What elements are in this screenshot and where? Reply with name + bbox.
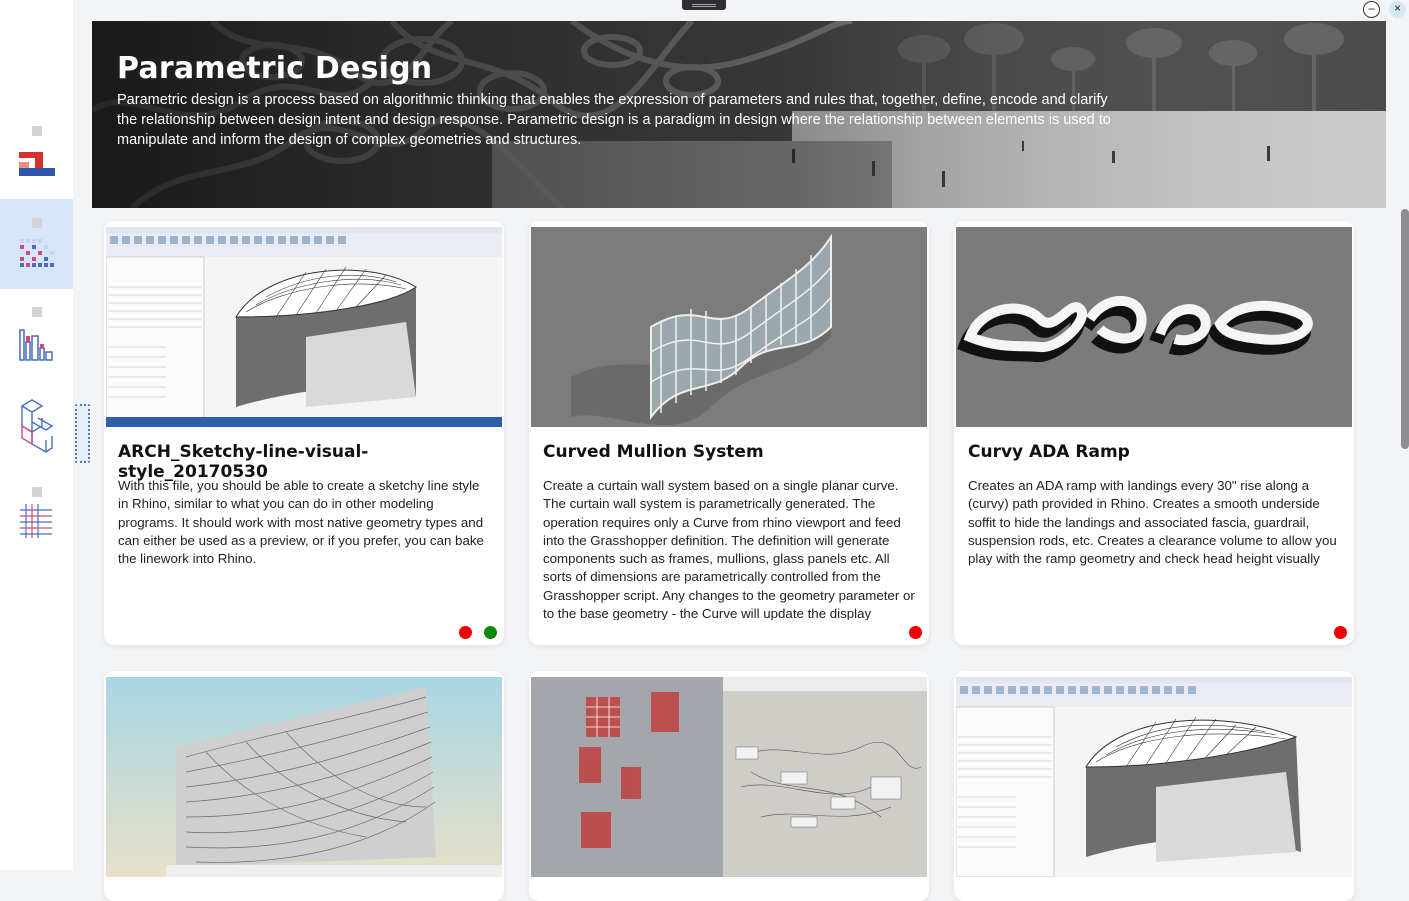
grid-lines-icon	[20, 504, 52, 538]
script-card[interactable]	[529, 671, 929, 901]
vertical-scrollbar[interactable]	[1401, 209, 1409, 449]
sidebar-item-marker	[32, 218, 42, 228]
close-button[interactable]: ×	[1389, 1, 1406, 18]
card-title: Curved Mullion System	[543, 442, 764, 462]
collapse-panel-handle[interactable]	[75, 404, 90, 463]
isometric-blocks-icon	[20, 399, 54, 453]
sidebar-item-library[interactable]	[0, 118, 73, 208]
card-description: Create a curtain wall system based on a …	[543, 478, 915, 620]
status-dot-red	[1334, 626, 1347, 639]
sidebar-item-marker	[32, 307, 42, 317]
script-card[interactable]	[104, 671, 504, 901]
category-banner: Parametric Design Parametric design is a…	[92, 21, 1386, 208]
sidebar	[0, 0, 73, 870]
page-title: Parametric Design	[117, 51, 433, 86]
card-title: Curvy ADA Ramp	[968, 442, 1130, 462]
sidebar-item-marker	[32, 126, 42, 136]
window-drag-handle[interactable]	[682, 0, 726, 10]
card-thumbnail	[106, 227, 502, 427]
status-dot-red	[459, 626, 472, 639]
card-description: Creates an ADA ramp with landings every …	[968, 478, 1337, 567]
sidebar-item-grid[interactable]	[0, 199, 73, 289]
card-title: ARCH_Sketchy-line-visual-style_20170530	[118, 442, 369, 482]
sidebar-item-models[interactable]	[0, 388, 73, 478]
library-logo-icon	[19, 152, 55, 176]
sidebar-item-tables[interactable]	[0, 480, 73, 570]
minimize-button[interactable]: −	[1363, 1, 1380, 18]
status-dot-green	[484, 626, 497, 639]
sidebar-item-charts[interactable]	[0, 298, 73, 388]
bar-chart-icon	[19, 329, 53, 361]
script-card[interactable]: Curved Mullion System Create a curtain w…	[529, 221, 929, 645]
page-description: Parametric design is a process based on …	[117, 92, 1111, 148]
status-dot-red	[909, 626, 922, 639]
card-thumbnail	[956, 677, 1352, 877]
card-thumbnail	[956, 227, 1352, 427]
script-card[interactable]: Curvy ADA Ramp Creates an ADA ramp with …	[954, 221, 1354, 645]
script-card[interactable]: ARCH_Sketchy-line-visual-style_20170530 …	[104, 221, 504, 645]
card-thumbnail	[531, 677, 927, 877]
card-description: With this file, you should be able to cr…	[118, 478, 484, 567]
script-card[interactable]	[954, 671, 1354, 901]
card-thumbnail	[531, 227, 927, 427]
sidebar-item-marker	[32, 487, 42, 497]
card-thumbnail	[106, 677, 502, 877]
grid-dots-icon	[20, 239, 54, 267]
